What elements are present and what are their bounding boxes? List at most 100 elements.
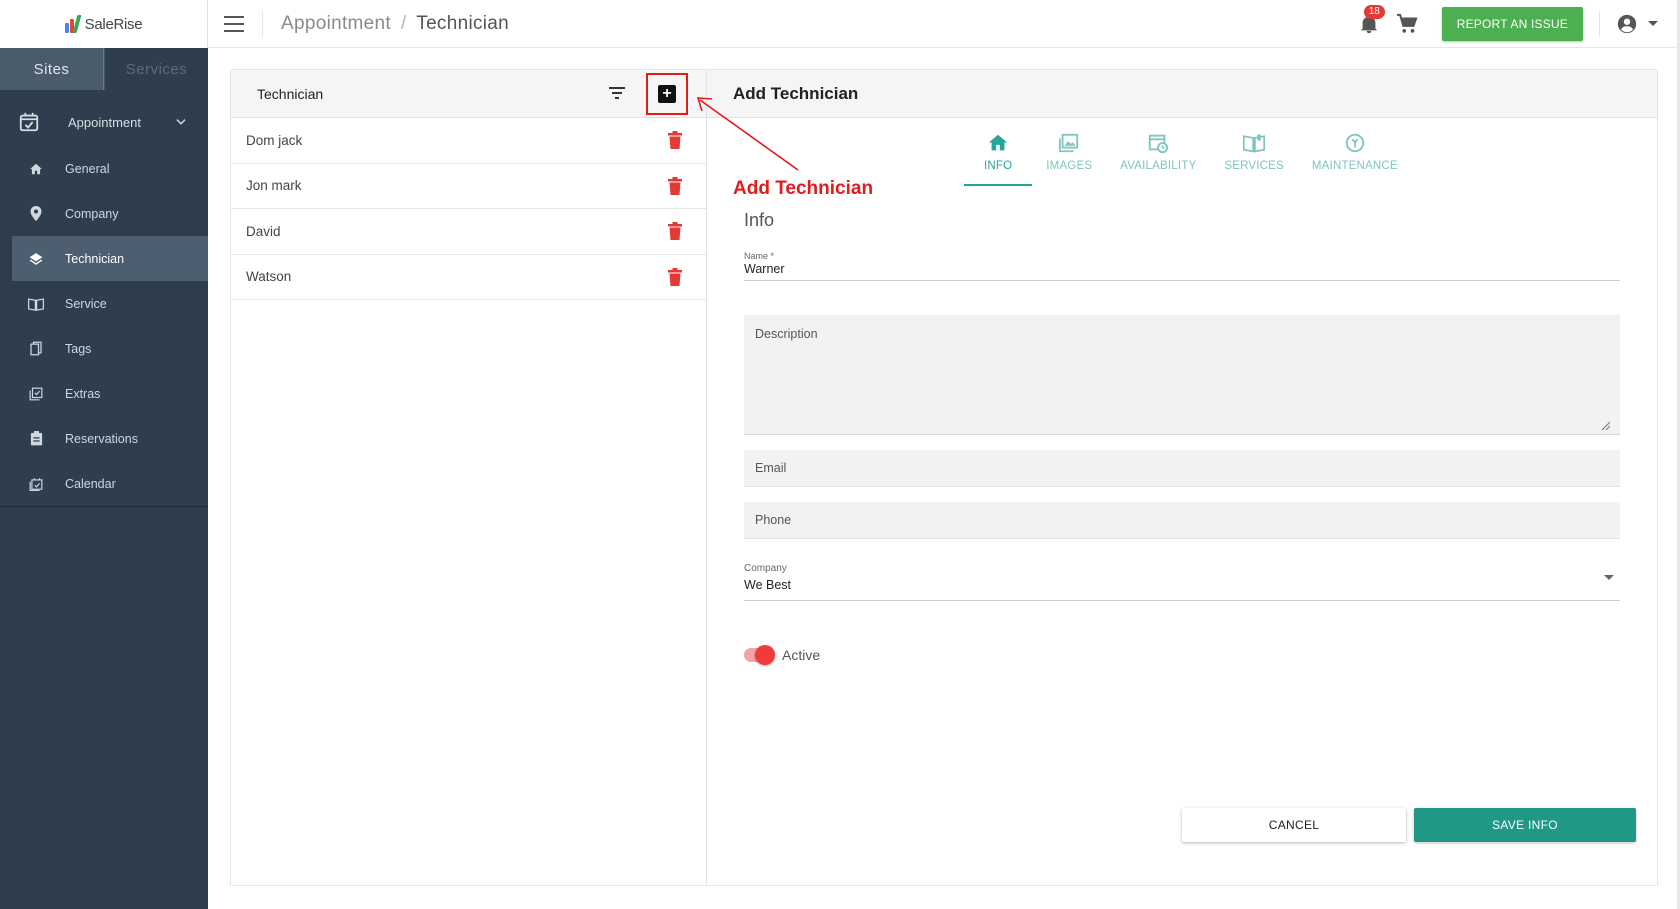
sidebar-item-tags[interactable]: Tags (0, 326, 208, 371)
calendar-check-icon (19, 112, 39, 132)
sidebar-item-label: Reservations (65, 431, 138, 446)
delete-icon[interactable] (668, 131, 682, 149)
logo[interactable]: SaleRise (0, 0, 208, 48)
home-icon (28, 161, 44, 177)
sidebar-item-label: Tags (65, 341, 92, 356)
save-info-button[interactable]: SAVE INFO (1414, 808, 1636, 842)
sidebar-divider (0, 506, 208, 507)
add-technician-header: Add Technician (707, 70, 1657, 118)
company-select[interactable]: Company We Best (744, 563, 1620, 601)
tab-info[interactable]: INFO (964, 132, 1033, 186)
resize-handle-icon[interactable] (1601, 421, 1610, 430)
phone-field[interactable]: Phone (744, 502, 1620, 539)
technician-row[interactable]: Watson (231, 255, 706, 300)
sidebar-item-technician[interactable]: Technician (12, 236, 208, 281)
tab-maintenance[interactable]: MAINTENANCE (1298, 132, 1412, 186)
location-pin-icon (28, 206, 44, 222)
sidebar-item-label: General (65, 161, 110, 176)
chevron-down-icon (176, 119, 186, 125)
add-technician-button[interactable]: + (646, 73, 688, 115)
form-tabs: INFO IMAGES AVAILABILITY SERVICES MAINTE… (964, 132, 1412, 186)
book-open-icon (1243, 134, 1266, 153)
tab-label: INFO (984, 160, 1013, 172)
caret-down-icon (1648, 21, 1658, 26)
sidebar-item-company[interactable]: Company (0, 191, 208, 236)
notification-badge: 18 (1363, 4, 1385, 19)
logo-icon (64, 15, 83, 33)
technician-row[interactable]: Dom jack (231, 118, 706, 164)
name-label: Name * (744, 251, 775, 261)
sidebar-item-calendar[interactable]: Calendar (0, 461, 208, 506)
annotation-arrow (696, 97, 799, 171)
delete-icon[interactable] (668, 176, 682, 195)
breadcrumb-current: Technician (416, 12, 510, 34)
technician-row[interactable]: David (231, 209, 706, 255)
active-toggle-row: Active (744, 645, 1620, 665)
notifications-button[interactable]: 18 (1358, 4, 1385, 35)
cart-icon[interactable] (1396, 13, 1418, 35)
tag-icon (28, 341, 44, 357)
description-textarea[interactable]: Description (744, 315, 1620, 435)
tab-label: MAINTENANCE (1311, 160, 1398, 172)
filter-icon[interactable] (608, 86, 626, 100)
book-icon (28, 296, 44, 312)
sidebar-tabs: Sites Services (0, 48, 208, 90)
sidebar-item-extras[interactable]: Extras (0, 371, 208, 416)
tab-services[interactable]: SERVICES (1210, 132, 1298, 186)
technician-list-title: Technician (257, 85, 324, 102)
sidebar: SaleRise Sites Services Appointment Gene… (0, 0, 208, 909)
breadcrumb-parent[interactable]: Appointment (281, 13, 391, 35)
logo-text: SaleRise (84, 15, 143, 33)
report-issue-button[interactable]: REPORT AN ISSUE (1441, 6, 1583, 41)
description-placeholder: Description (755, 327, 818, 341)
sidebar-item-reservations[interactable]: Reservations (0, 416, 208, 461)
sidebar-item-label: Service (65, 296, 107, 311)
sidebar-item-general[interactable]: General (0, 146, 208, 191)
technician-list-panel: Technician + Dom jack Jon mark David Wat… (231, 70, 707, 885)
company-value-row: We Best (744, 575, 1620, 601)
breadcrumb: Appointment / Technician (281, 13, 509, 35)
extras-icon (28, 386, 44, 402)
tab-sites[interactable]: Sites (0, 48, 104, 90)
technician-card: Technician + Dom jack Jon mark David Wat… (230, 69, 1658, 886)
sidebar-item-label: Calendar (65, 476, 116, 491)
layers-icon (28, 251, 44, 267)
tab-label: AVAILABILITY (1120, 160, 1197, 172)
maintenance-icon (1345, 133, 1365, 153)
top-bar-divider (1599, 10, 1600, 37)
sidebar-nav: Appointment General Company Technician S… (0, 90, 208, 506)
tab-availability[interactable]: AVAILABILITY (1106, 132, 1210, 186)
company-value: We Best (744, 578, 792, 592)
sidebar-item-label: Technician (65, 251, 125, 266)
company-label: Company (744, 563, 787, 574)
home-icon (988, 134, 1008, 151)
delete-icon[interactable] (668, 267, 682, 286)
sidebar-group-appointment[interactable]: Appointment (0, 98, 208, 146)
delete-icon[interactable] (668, 222, 682, 240)
technician-list-header: Technician (231, 70, 706, 118)
technician-name: Watson (246, 269, 292, 285)
account-circle-icon (1617, 14, 1637, 33)
sidebar-group-label: Appointment (68, 114, 141, 130)
add-box-icon: + (658, 85, 676, 103)
tab-services[interactable]: Services (104, 48, 208, 90)
menu-icon[interactable] (224, 15, 244, 32)
annotation-label: Add Technician (733, 178, 874, 199)
tab-label: SERVICES (1224, 160, 1284, 172)
cancel-button[interactable]: CANCEL (1182, 808, 1406, 842)
account-menu[interactable] (1616, 13, 1658, 35)
toggle-knob (755, 645, 775, 665)
sidebar-item-service[interactable]: Service (0, 281, 208, 326)
main-content: Technician + Dom jack Jon mark David Wat… (208, 48, 1680, 909)
technician-row[interactable]: Jon mark (231, 164, 706, 209)
name-field[interactable]: Name * Warner (744, 251, 1620, 281)
technician-name: David (246, 223, 281, 239)
active-toggle[interactable] (744, 645, 775, 665)
breadcrumb-separator: / (400, 12, 407, 34)
tab-images[interactable]: IMAGES (1032, 132, 1106, 186)
technician-name: Jon mark (246, 178, 302, 194)
email-field[interactable]: Email (744, 450, 1620, 487)
dropdown-caret-icon (1604, 575, 1614, 580)
name-input[interactable]: Warner (744, 262, 1620, 281)
section-title: Info (744, 210, 775, 230)
